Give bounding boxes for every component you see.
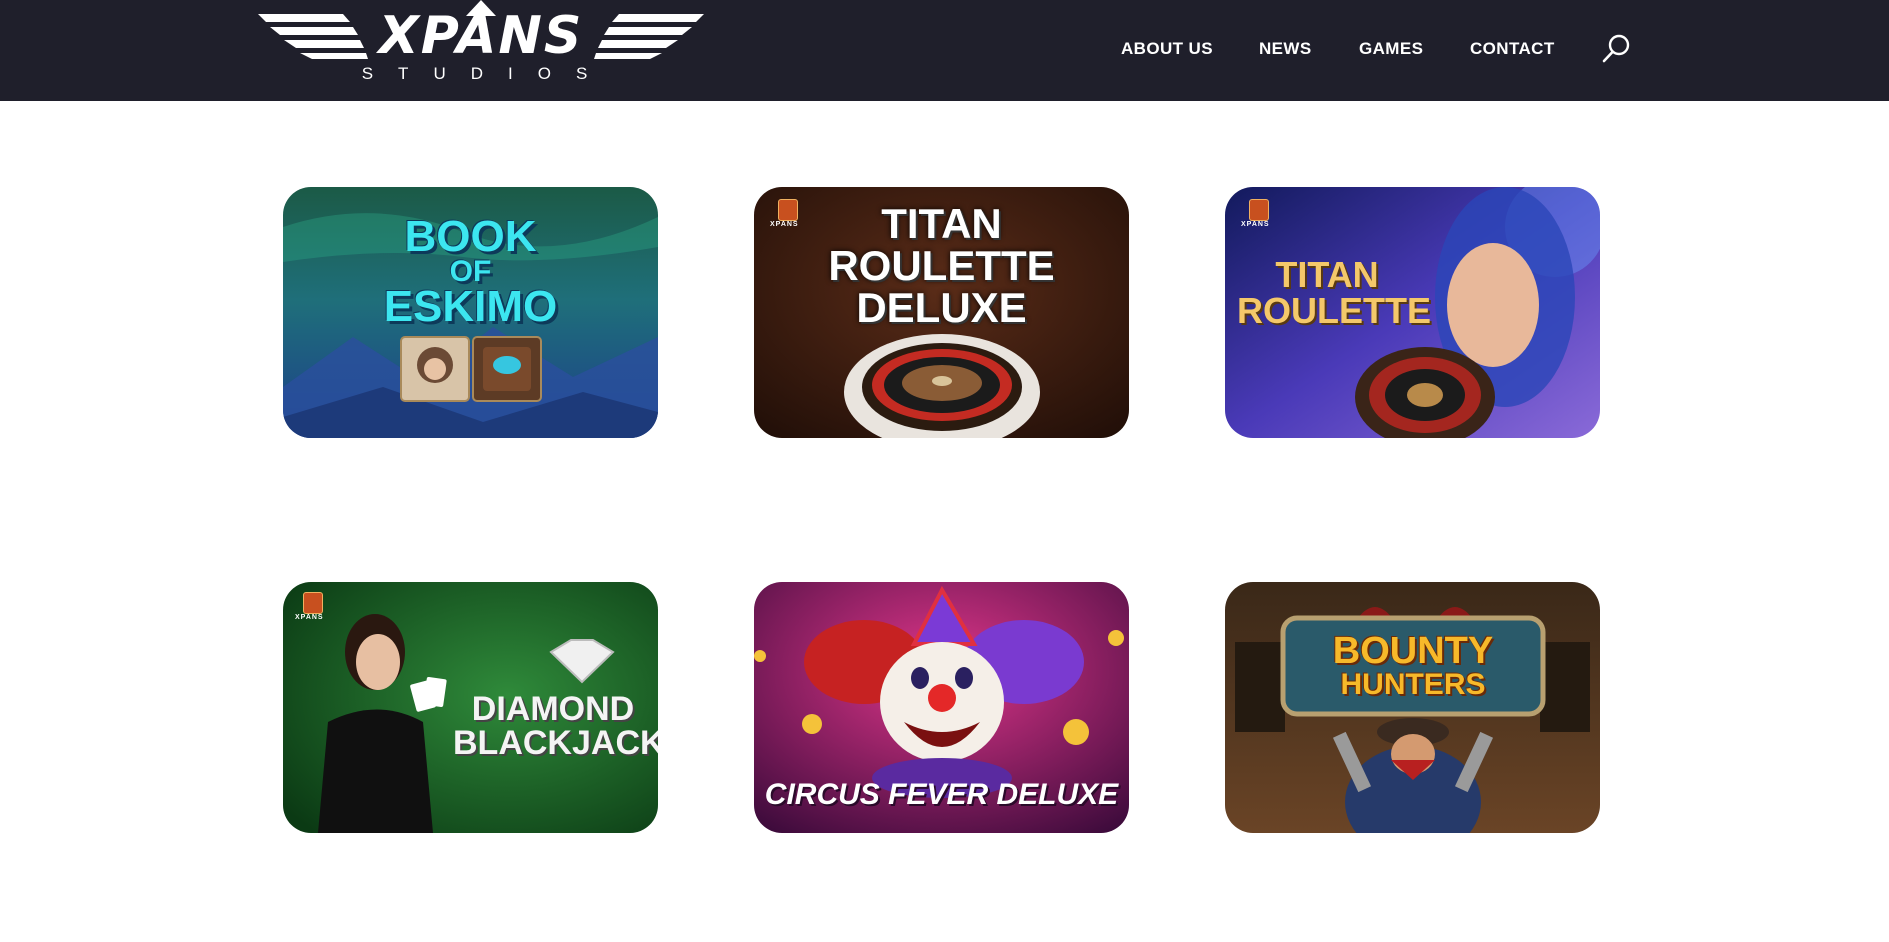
game-card-diamond-blackjack[interactable]: XPANS DIAMOND BLACKJACK xyxy=(283,582,658,833)
game-card-titan-roulette[interactable]: XPANS TITAN ROULETTE xyxy=(1225,187,1600,438)
game-title: CIRCUS FEVER DELUXE xyxy=(764,778,1119,811)
brand-badge-icon xyxy=(1249,199,1269,221)
game-artwork xyxy=(1225,582,1600,833)
game-title: BOOK OF ESKIMO xyxy=(383,212,558,331)
search-button[interactable] xyxy=(1601,33,1631,65)
game-card-titan-roulette-deluxe[interactable]: XPANS TITAN ROULETTE DELUXE xyxy=(754,187,1129,438)
nav-games[interactable]: GAMES xyxy=(1359,39,1423,59)
game-card-book-of-eskimo[interactable]: BOOK OF ESKIMO xyxy=(283,187,658,438)
game-title: DIAMOND BLACKJACK xyxy=(453,690,658,762)
game-title: TITAN ROULETTE xyxy=(1237,254,1431,331)
nav-news[interactable]: NEWS xyxy=(1259,39,1312,59)
nav-about-us[interactable]: ABOUT US xyxy=(1121,39,1213,59)
brand-badge-label: XPANS xyxy=(295,614,324,621)
brand-badge-icon xyxy=(303,592,323,614)
xpans-studios-logo[interactable]: XPANS STUDIOS xyxy=(258,0,704,90)
game-title: BOUNTY HUNTERS xyxy=(1332,630,1494,701)
brand-badge-label: XPANS xyxy=(1241,221,1270,228)
search-icon xyxy=(1602,34,1630,63)
game-card-circus-fever-deluxe[interactable]: CIRCUS FEVER DELUXE xyxy=(754,582,1129,833)
game-title: TITAN ROULETTE DELUXE xyxy=(828,200,1055,331)
site-header: XPANS STUDIOS ABOUT US NEWS GAMES CONTAC… xyxy=(0,0,1889,101)
nav-contact[interactable]: CONTACT xyxy=(1470,39,1555,59)
game-card-bounty-hunters[interactable]: BOUNTY HUNTERS xyxy=(1225,582,1600,833)
logo-subtitle: STUDIOS xyxy=(361,64,613,83)
logo-wordmark: XPANS xyxy=(378,6,584,66)
